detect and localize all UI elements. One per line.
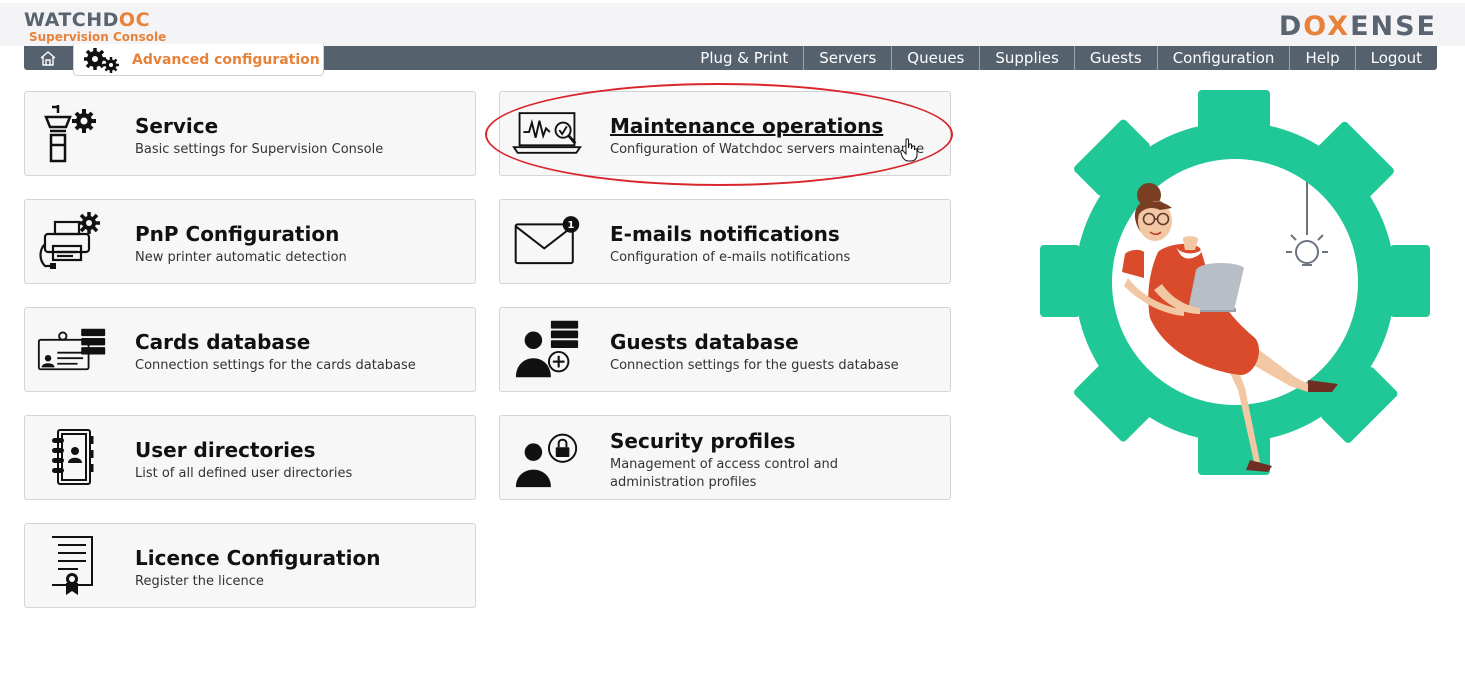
card-description: Connection settings for the guests datab… (610, 358, 899, 373)
user-add-database-icon (512, 316, 582, 382)
printer-gear-icon (37, 208, 107, 274)
menu-item-logout[interactable]: Logout (1354, 46, 1437, 70)
logo-text-accent: OC (118, 9, 151, 31)
certificate-icon (37, 532, 107, 598)
card-licence-configuration[interactable]: Licence Configuration Register the licen… (24, 523, 476, 608)
card-title: E-mails notifications (610, 222, 840, 246)
card-title: Licence Configuration (135, 546, 381, 570)
card-description: Configuration of Watchdoc servers mainte… (610, 142, 925, 157)
logo-text-main: WATCHD (24, 9, 119, 31)
menu-item-supplies[interactable]: Supplies (979, 46, 1073, 70)
brand-text-accent: OX (1303, 11, 1351, 42)
card-title: Service (135, 114, 219, 138)
card-cards-database[interactable]: Cards database Connection settings for t… (24, 307, 476, 392)
logo-subtitle: Supervision Console (29, 30, 167, 44)
brand-text-start: D (1278, 11, 1304, 42)
card-maintenance-operations[interactable]: Maintenance operations Configuration of … (499, 91, 951, 176)
id-card-database-icon (37, 316, 107, 382)
gears-icon (84, 47, 119, 73)
tab-advanced-configuration-label: Advanced configuration (132, 51, 320, 68)
card-service[interactable]: Service Basic settings for Supervision C… (24, 91, 476, 176)
user-lock-icon (512, 424, 582, 490)
card-title: Security profiles (610, 429, 796, 453)
top-bar: WATCHDOC Supervision Console DOXENSE (0, 0, 1465, 46)
menu-item-configuration[interactable]: Configuration (1156, 46, 1290, 70)
tab-advanced-configuration[interactable]: Advanced configuration (73, 44, 324, 76)
address-book-icon (37, 424, 107, 490)
menu-item-plug-print[interactable]: Plug & Print (685, 46, 803, 70)
menu-item-help[interactable]: Help (1289, 46, 1354, 70)
laptop-monitoring-icon (512, 100, 582, 166)
notification-badge: 1 (567, 220, 574, 231)
card-title: User directories (135, 438, 316, 462)
card-guests-database[interactable]: Guests database Connection settings for … (499, 307, 951, 392)
card-pnp-configuration[interactable]: PnP Configuration New printer automatic … (24, 199, 476, 284)
card-title: PnP Configuration (135, 222, 340, 246)
card-title: Maintenance operations (610, 114, 884, 138)
top-menu: Plug & Print Servers Queues Supplies Gue… (685, 46, 1437, 70)
menu-item-guests[interactable]: Guests (1073, 46, 1157, 70)
card-description: Management of access control and adminis… (610, 457, 839, 490)
main-navbar: Advanced configuration Plug & Print Serv… (24, 44, 1437, 76)
card-description: New printer automatic detection (135, 250, 347, 265)
card-user-directories[interactable]: User directories List of all defined use… (24, 415, 476, 500)
watchdoc-logo[interactable]: WATCHDOC Supervision Console (24, 9, 167, 44)
card-description: List of all defined user directories (135, 466, 353, 481)
hand-cursor-icon (900, 138, 918, 162)
card-title: Guests database (610, 330, 799, 354)
envelope-badge-icon: 1 (512, 208, 582, 274)
card-security-profiles[interactable]: Security profiles Management of access c… (499, 415, 951, 500)
brand-text-end: ENSE (1350, 11, 1437, 42)
menu-item-servers[interactable]: Servers (803, 46, 891, 70)
menu-item-queues[interactable]: Queues (891, 46, 979, 70)
gear-woman-illustration (1040, 90, 1430, 475)
home-icon (40, 51, 55, 66)
control-tower-gear-icon (37, 100, 107, 166)
card-description: Basic settings for Supervision Console (135, 142, 384, 157)
card-title: Cards database (135, 330, 311, 354)
card-description: Connection settings for the cards databa… (135, 358, 416, 373)
card-emails-notifications[interactable]: 1 E-mails notifications Configuration of… (499, 199, 951, 284)
card-description: Configuration of e-mails notifications (610, 250, 851, 265)
doxense-logo: DOXENSE (1279, 11, 1437, 42)
home-button[interactable] (24, 46, 71, 70)
card-description: Register the licence (135, 574, 264, 589)
